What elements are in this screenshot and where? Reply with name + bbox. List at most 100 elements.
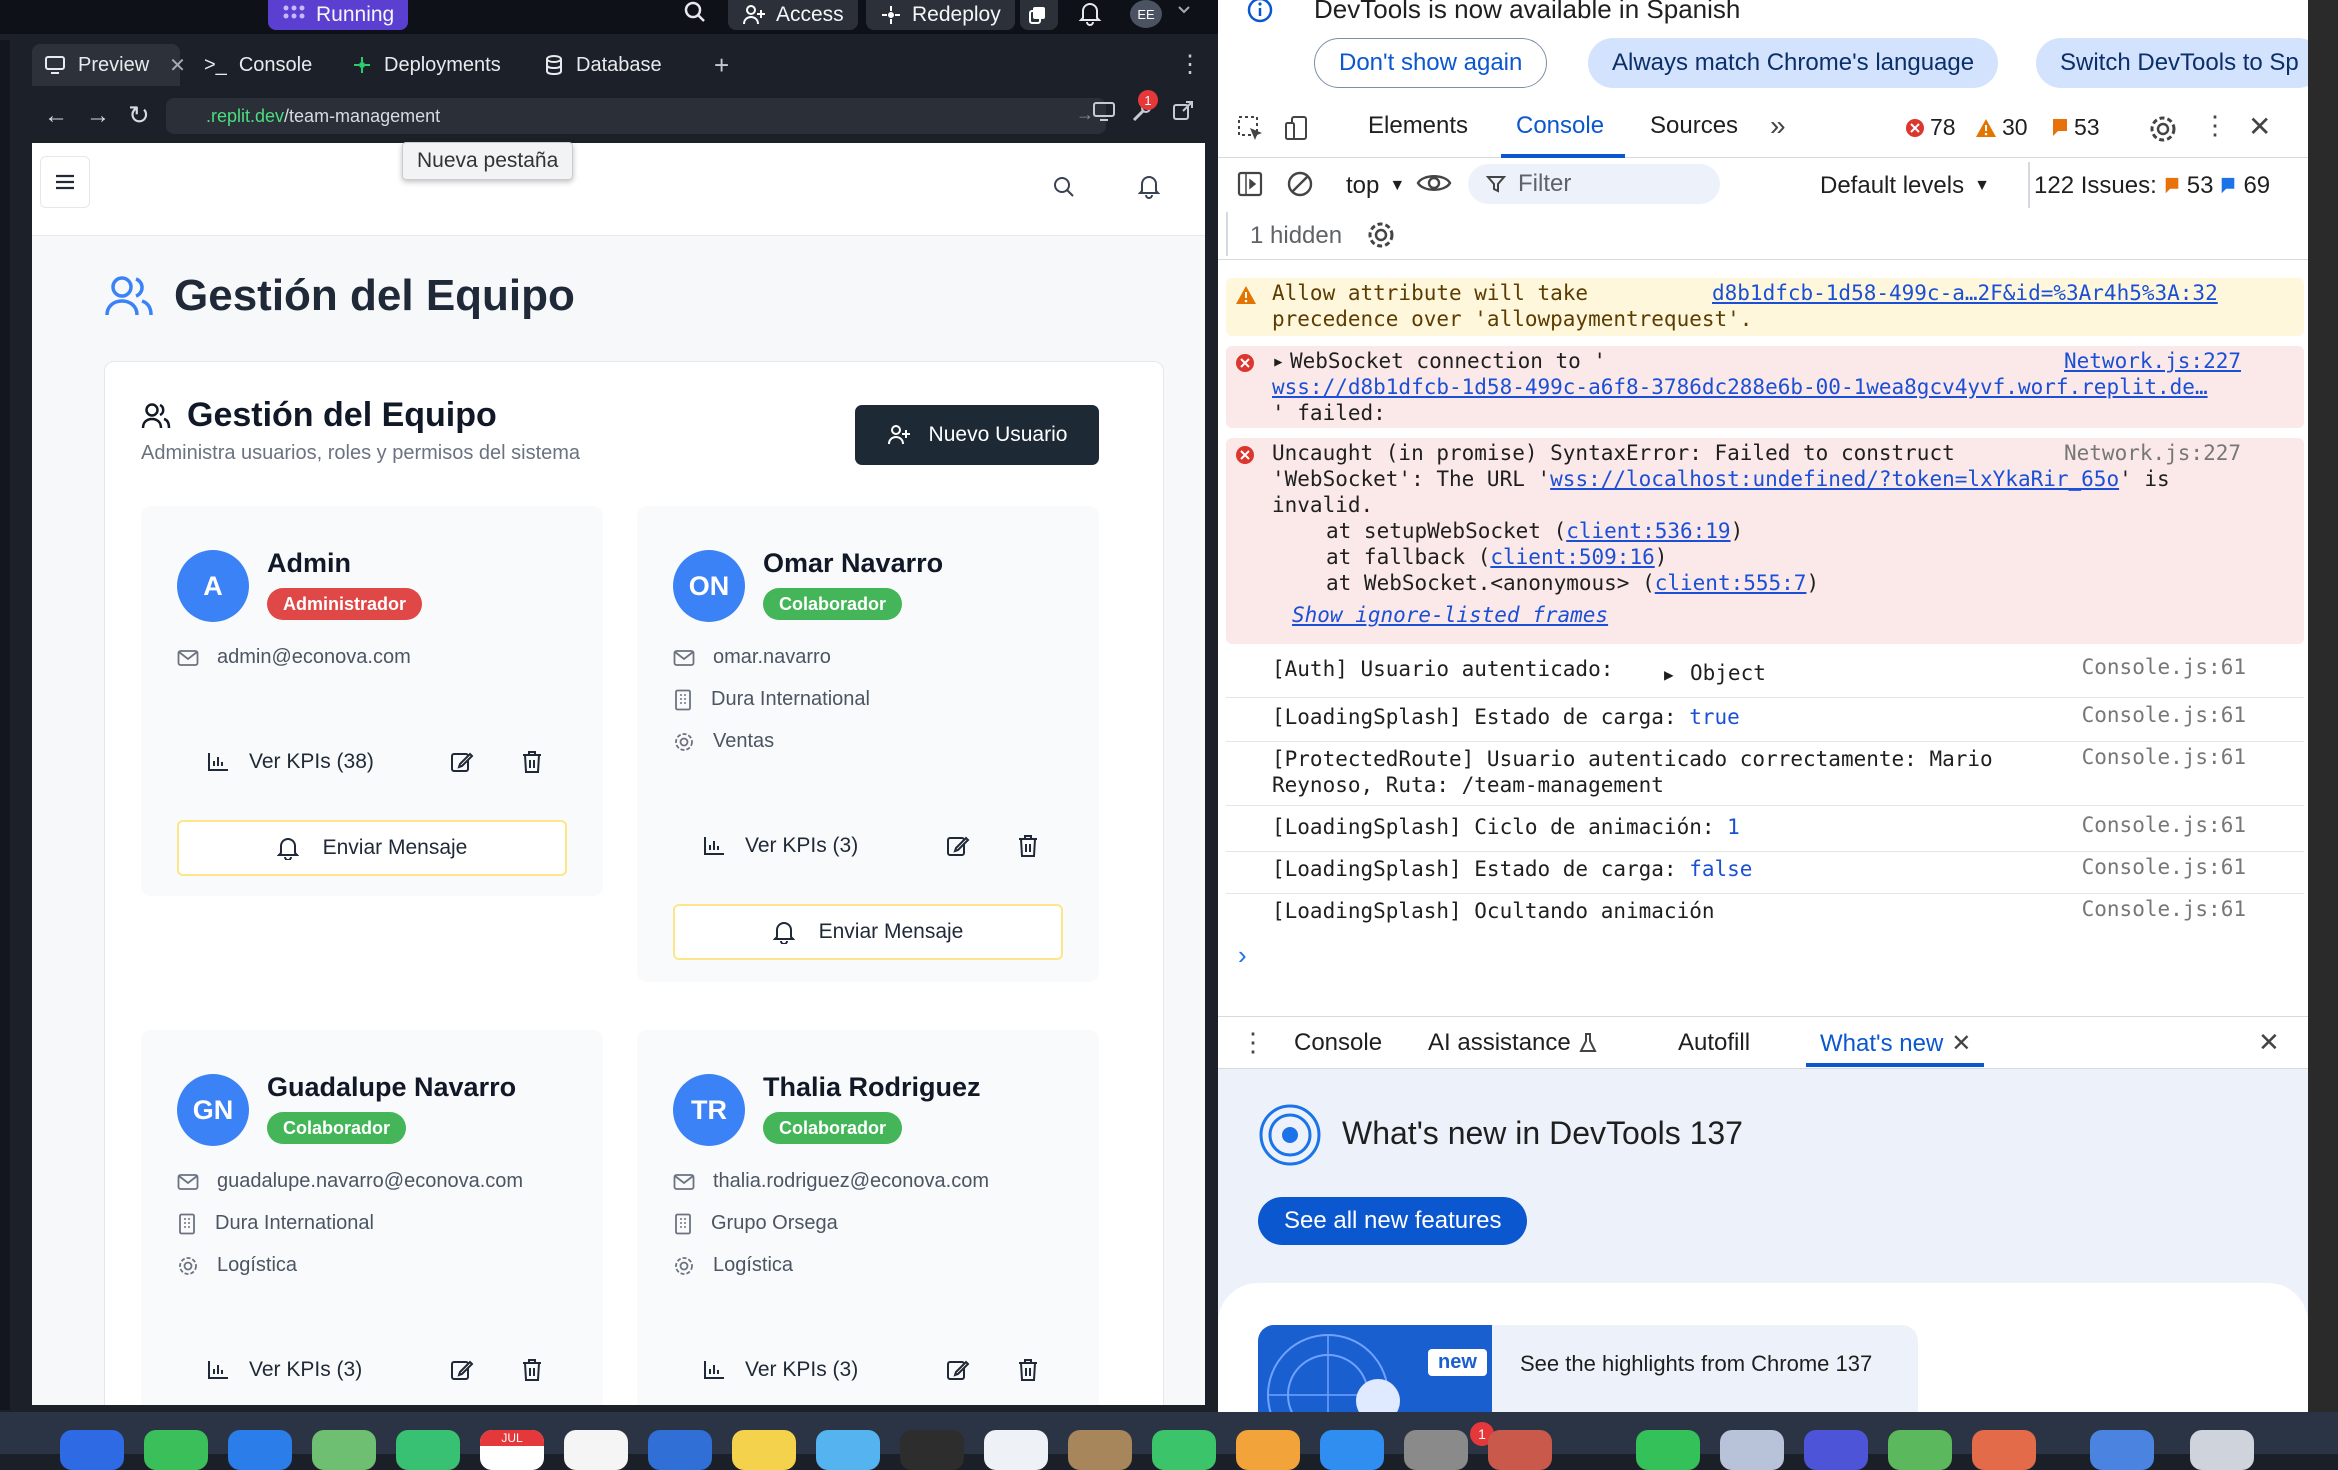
filter-input[interactable]: Filter <box>1468 164 1720 204</box>
log-source[interactable]: Console.js:61 <box>2082 702 2246 728</box>
drawer-tab-autofill[interactable]: Autofill <box>1678 1029 1750 1057</box>
copy-icon[interactable] <box>1020 0 1058 30</box>
menu-button[interactable] <box>40 156 90 208</box>
calendar-icon[interactable]: JUL <box>480 1430 544 1470</box>
issues-button[interactable]: 122 Issues: 53 69 <box>2034 172 2270 200</box>
contacts-icon[interactable] <box>564 1430 628 1470</box>
sidebar-toggle-icon[interactable] <box>1236 170 1264 198</box>
log-source[interactable]: Console.js:61 <box>2082 654 2246 680</box>
more-vert-icon[interactable]: ⋮ <box>2202 110 2228 141</box>
drawer-tab-console[interactable]: Console <box>1294 1029 1382 1057</box>
close-devtools-icon[interactable]: ✕ <box>2248 110 2271 143</box>
log-source[interactable]: Console.js:61 <box>2082 896 2246 922</box>
drawer-tab-whats-new[interactable]: What's new ✕ <box>1820 1029 1971 1058</box>
settings-gear-icon[interactable] <box>2148 114 2178 144</box>
dont-show-again-button[interactable]: Don't show again <box>1314 38 1548 88</box>
facetime-icon[interactable] <box>396 1430 460 1470</box>
trash-icon[interactable] <box>497 1358 567 1382</box>
photos-icon[interactable] <box>984 1430 1048 1470</box>
send-message-button[interactable]: Enviar Mensaje <box>673 904 1063 960</box>
messages-icon[interactable] <box>144 1430 208 1470</box>
view-kpis-button[interactable]: Ver KPIs (3) <box>177 1358 427 1382</box>
view-kpis-button[interactable]: Ver KPIs (38) <box>177 750 427 774</box>
search-icon[interactable] <box>682 0 708 26</box>
downloads-icon[interactable] <box>1888 1430 1952 1470</box>
log-levels-select[interactable]: Default levels ▼ <box>1820 172 1990 200</box>
drawer-tab-ai-assistance[interactable]: AI assistance <box>1428 1029 1597 1057</box>
settings-app-icon[interactable] <box>1404 1430 1468 1470</box>
finder-icon[interactable] <box>60 1430 124 1470</box>
log-source[interactable]: Console.js:61 <box>2082 812 2246 838</box>
claude-icon[interactable] <box>1972 1430 2036 1470</box>
maps-icon[interactable] <box>312 1430 376 1470</box>
edit-icon[interactable] <box>923 834 993 858</box>
pages-icon[interactable] <box>1236 1430 1300 1470</box>
console-settings-gear-icon[interactable] <box>1366 220 1396 250</box>
trash-icon[interactable] <box>993 834 1063 858</box>
iphone-mirroring-icon[interactable] <box>1488 1430 1552 1470</box>
refresh-icon[interactable]: ↻ <box>128 100 150 131</box>
console-prompt-icon[interactable]: › <box>1238 940 1247 971</box>
close-icon[interactable]: ✕ <box>169 53 186 78</box>
see-all-features-button[interactable]: See all new features <box>1258 1197 1528 1245</box>
trash-icon[interactable] <box>2190 1430 2254 1470</box>
ws-error-source[interactable]: Network.js:227 <box>2064 348 2241 374</box>
user-avatar[interactable]: EE <box>1130 0 1162 28</box>
tab-sources[interactable]: Sources <box>1650 112 1738 140</box>
log-source[interactable]: Console.js:61 <box>2082 854 2246 880</box>
view-kpis-button[interactable]: Ver KPIs (3) <box>673 834 923 858</box>
external-link-icon[interactable] <box>1172 100 1194 122</box>
device-icon[interactable] <box>1092 100 1116 122</box>
app-icon[interactable] <box>1720 1430 1784 1470</box>
expand-triangle-icon[interactable]: ▶ <box>1664 662 1674 688</box>
mail-icon[interactable] <box>228 1430 292 1470</box>
folder-icon[interactable] <box>2090 1430 2154 1470</box>
tab-deployments[interactable]: Deployments <box>340 44 513 86</box>
context-select[interactable]: top ▼ <box>1346 172 1405 200</box>
whatsapp-icon[interactable] <box>1636 1430 1700 1470</box>
issue-counter[interactable]: 53 <box>2050 114 2100 141</box>
edit-icon[interactable] <box>923 1358 993 1382</box>
books-icon[interactable] <box>1068 1430 1132 1470</box>
terminal-app-icon[interactable] <box>900 1430 964 1470</box>
close-drawer-icon[interactable]: ✕ <box>2258 1027 2280 1058</box>
stack-frame-3-link[interactable]: client:555:7 <box>1655 571 1807 595</box>
numbers-icon[interactable] <box>1152 1430 1216 1470</box>
trash-icon[interactable] <box>993 1358 1063 1382</box>
highlight-card[interactable]: new See the highlights from Chrome 137 <box>1258 1325 1918 1413</box>
edit-icon[interactable] <box>427 750 497 774</box>
app-store-icon[interactable] <box>1320 1430 1384 1470</box>
tab-preview[interactable]: Preview ✕ <box>32 44 186 86</box>
log-object[interactable]: Object <box>1690 660 1766 686</box>
more-vert-icon[interactable]: ⋮ <box>1178 50 1202 79</box>
match-language-button[interactable]: Always match Chrome's language <box>1588 38 1999 88</box>
warning-counter[interactable]: 30 <box>1974 114 2028 141</box>
redeploy-button[interactable]: Redeploy <box>866 0 1015 30</box>
signal-icon[interactable] <box>1804 1430 1868 1470</box>
more-tabs-icon[interactable]: » <box>1770 110 1786 142</box>
send-message-button[interactable]: Enviar Mensaje <box>177 820 567 876</box>
device-toolbar-icon[interactable] <box>1284 114 1314 144</box>
stack-frame-1-link[interactable]: client:536:19 <box>1566 519 1730 543</box>
drawer-menu-icon[interactable]: ⋮ <box>1240 1027 1266 1058</box>
expand-triangle-icon[interactable]: ▸ <box>1272 348 1285 374</box>
switch-language-button[interactable]: Switch DevTools to Sp <box>2036 38 2323 88</box>
trash-icon[interactable] <box>497 750 567 774</box>
syntax-error-url[interactable]: wss://localhost:undefined/?token=lxYkaRi… <box>1550 467 2119 491</box>
clear-console-icon[interactable] <box>1286 170 1314 198</box>
back-icon[interactable]: ← <box>44 102 68 130</box>
tab-database[interactable]: Database <box>532 44 674 86</box>
run-status-button[interactable]: Running <box>268 0 409 30</box>
url-input[interactable]: .replit.dev/team-management → <box>166 98 1106 134</box>
live-expression-eye-icon[interactable] <box>1416 170 1452 196</box>
warning-source-link[interactable]: d8b1dfcb-1d58-499c-a…2F&id=%3Ar4h5%3A:32 <box>1712 280 2218 306</box>
keynote-icon[interactable] <box>648 1430 712 1470</box>
error-counter[interactable]: 78 <box>1904 114 1956 141</box>
forward-icon[interactable]: → <box>86 102 110 130</box>
search-icon[interactable] <box>1052 175 1076 199</box>
log-source[interactable]: Console.js:61 <box>2082 744 2246 770</box>
tab-elements[interactable]: Elements <box>1368 112 1468 140</box>
bell-icon[interactable] <box>1078 0 1102 26</box>
bell-icon[interactable] <box>1138 173 1160 199</box>
add-tab-icon[interactable]: + <box>714 50 729 81</box>
